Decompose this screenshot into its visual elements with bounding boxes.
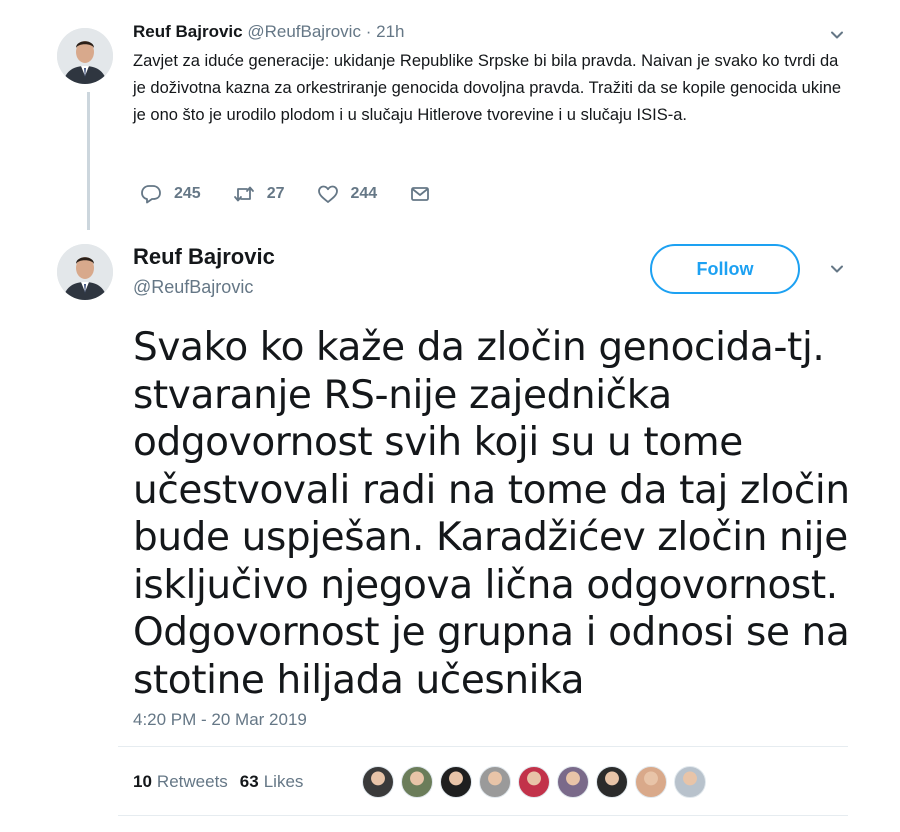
divider: [118, 746, 848, 747]
retweet-icon: [231, 183, 257, 205]
likes-stat[interactable]: 63 Likes: [240, 772, 304, 792]
tweet-timestamp[interactable]: 4:20 PM - 20 Mar 2019: [133, 710, 307, 730]
retweets-stat[interactable]: 10 Retweets: [133, 772, 228, 792]
thread-connector-line: [87, 92, 90, 230]
likes-label: Likes: [263, 772, 304, 791]
author-name[interactable]: Reuf Bajrovic: [133, 244, 275, 270]
avatar[interactable]: [57, 244, 113, 300]
chevron-down-icon[interactable]: [830, 262, 844, 276]
retweet-button[interactable]: 27: [231, 183, 285, 205]
tweet-time[interactable]: 21h: [376, 22, 404, 41]
liker-avatar[interactable]: [557, 766, 589, 798]
liker-avatar[interactable]: [401, 766, 433, 798]
avatar[interactable]: [57, 28, 113, 84]
like-button[interactable]: 244: [315, 183, 378, 205]
tweet-header: Reuf Bajrovic @ReufBajrovic · 21h: [133, 22, 404, 42]
divider: [118, 815, 848, 816]
heart-icon: [315, 183, 341, 205]
tweet-stats: 10 Retweets 63 Likes: [133, 772, 303, 792]
message-icon: [407, 183, 433, 205]
profile-photo: [57, 28, 113, 84]
liker-avatar[interactable]: [596, 766, 628, 798]
author-handle[interactable]: @ReufBajrovic: [133, 277, 253, 298]
tweet-actions: 245 27 244: [138, 183, 473, 205]
liker-avatar[interactable]: [635, 766, 667, 798]
liker-avatar[interactable]: [674, 766, 706, 798]
author-name[interactable]: Reuf Bajrovic: [133, 22, 243, 41]
profile-photo: [57, 244, 113, 300]
reply-button[interactable]: 245: [138, 183, 201, 205]
like-count: 244: [350, 185, 378, 202]
liker-avatar[interactable]: [518, 766, 550, 798]
retweets-label: Retweets: [156, 772, 228, 791]
liker-avatar[interactable]: [362, 766, 394, 798]
follow-button[interactable]: Follow: [650, 244, 800, 294]
liker-avatar[interactable]: [479, 766, 511, 798]
likes-count: 63: [239, 772, 259, 791]
reply-count: 245: [174, 185, 201, 202]
reply-icon: [138, 183, 164, 205]
meta-separator: ·: [365, 22, 372, 41]
liker-avatars: [362, 766, 713, 798]
retweets-count: 10: [133, 772, 152, 791]
author-handle[interactable]: @ReufBajrovic: [247, 22, 361, 41]
chevron-down-icon[interactable]: [830, 28, 844, 42]
tweet-text: Zavjet za iduće generacije: ukidanje Rep…: [133, 52, 842, 124]
tweet-text: Svako ko kaže da zločin genocida-tj. stv…: [133, 325, 850, 703]
liker-avatar[interactable]: [440, 766, 472, 798]
direct-message-button[interactable]: [407, 183, 443, 205]
retweet-count: 27: [266, 185, 285, 202]
